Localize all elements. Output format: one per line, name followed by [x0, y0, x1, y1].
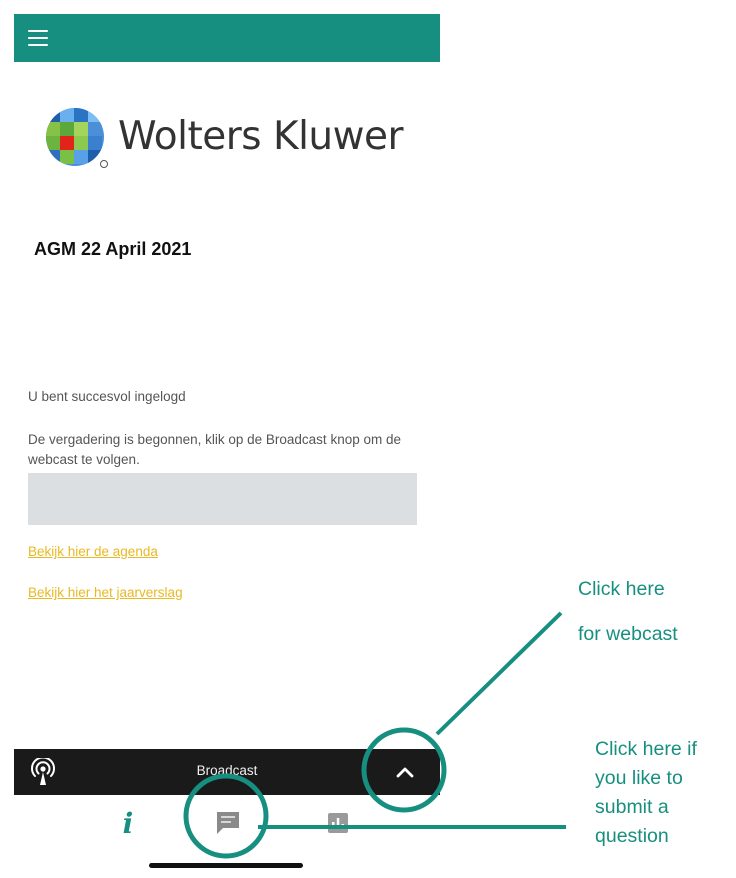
webcast-annotation-line2: for webcast [578, 623, 678, 645]
question-annotation-line: submit a [595, 796, 669, 818]
question-annotation: Click here if you like to submit a quest… [595, 735, 697, 851]
webcast-pointer-line [435, 611, 563, 736]
webcast-highlight-circle [361, 727, 447, 813]
question-annotation-line: question [595, 825, 669, 847]
question-annotation-line: you like to [595, 767, 683, 789]
question-highlight-circle [183, 773, 269, 859]
question-annotation-line: Click here if [595, 738, 697, 760]
webcast-annotation-line1: Click here [578, 578, 665, 600]
